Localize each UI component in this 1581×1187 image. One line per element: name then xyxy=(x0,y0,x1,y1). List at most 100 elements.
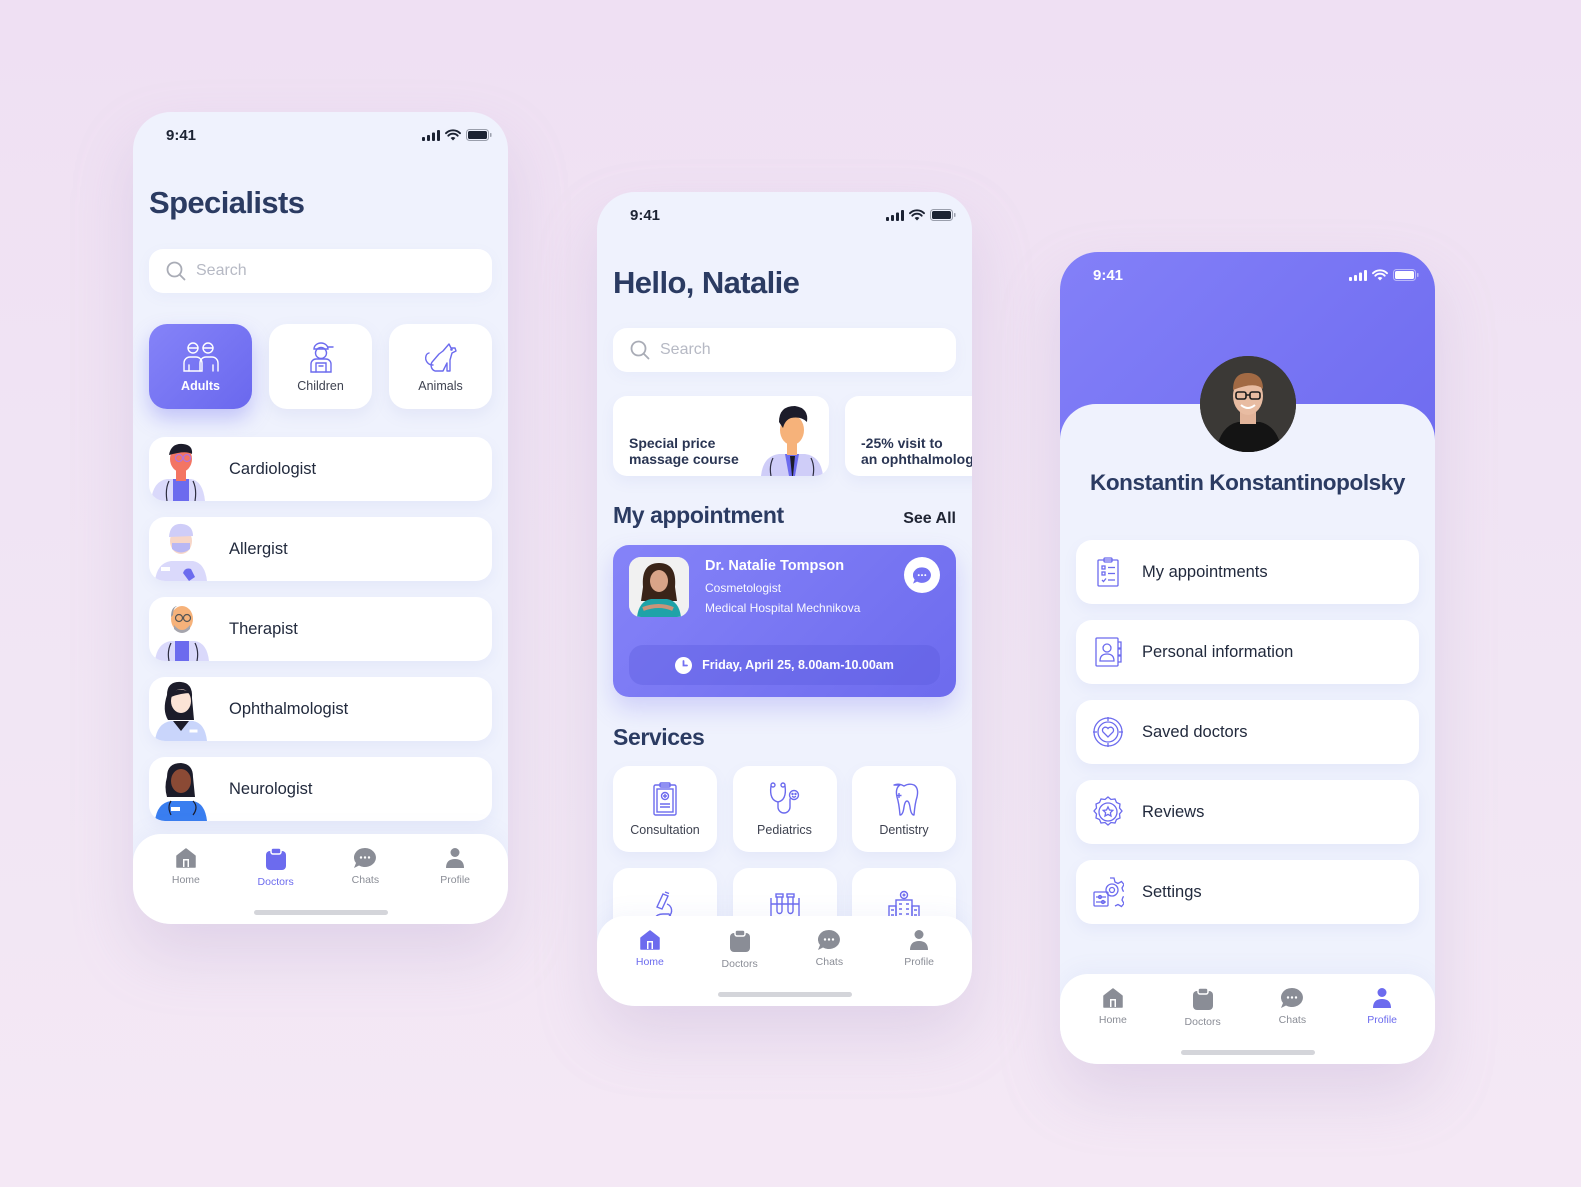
search-icon xyxy=(630,340,650,360)
service-label: Dentistry xyxy=(879,823,929,837)
category-label: Adults xyxy=(181,378,220,393)
status-time: 9:41 xyxy=(166,126,197,144)
promo-carousel[interactable]: Special price massage course -25% visit … xyxy=(613,396,972,476)
tab-label: Profile xyxy=(1367,1014,1397,1026)
search-field[interactable] xyxy=(149,249,492,293)
menu-item-label: Reviews xyxy=(1142,802,1205,821)
doctor-name: Dr. Natalie Tompson xyxy=(705,558,845,574)
person-icon xyxy=(446,848,465,868)
star-badge-icon xyxy=(1093,796,1123,826)
search-input[interactable] xyxy=(660,341,956,359)
status-time: 9:41 xyxy=(1093,266,1124,284)
menu-item-label: Saved doctors xyxy=(1142,722,1248,741)
search-field[interactable] xyxy=(613,328,956,372)
service-pediatrics[interactable]: Pediatrics xyxy=(732,766,837,852)
wifi-icon xyxy=(909,209,925,221)
category-tabs: Adults Children Animals xyxy=(149,324,492,409)
profile-avatar[interactable] xyxy=(1199,356,1296,452)
chat-bubble-icon xyxy=(1281,988,1304,1008)
appointment-time: Friday, April 25, 8.00am-10.00am xyxy=(629,645,940,685)
search-icon xyxy=(166,261,186,281)
neurologist-avatar xyxy=(155,763,207,821)
clipboard-medical-icon xyxy=(653,782,677,816)
tab-label: Chats xyxy=(351,874,380,886)
clock-icon xyxy=(675,656,693,674)
appointment-section-header: My appointment See All xyxy=(613,502,956,529)
specialist-item-cardiologist[interactable]: Cardiologist xyxy=(149,437,492,501)
tooth-icon xyxy=(893,783,919,816)
dog-icon xyxy=(424,342,457,372)
menu-item-reviews[interactable]: Reviews xyxy=(1076,780,1419,844)
tab-home[interactable]: Home xyxy=(615,930,685,1006)
search-input[interactable] xyxy=(196,262,492,280)
promo-card-ophthalmologist[interactable]: -25% visit to an ophthalmolog xyxy=(845,396,972,476)
specialist-label: Neurologist xyxy=(229,779,313,798)
profile-menu: My appointments Personal information Sav… xyxy=(1076,540,1419,940)
signal-icon xyxy=(1349,269,1367,281)
category-label: Children xyxy=(297,378,344,393)
tab-home[interactable]: Home xyxy=(1078,988,1148,1064)
wifi-icon xyxy=(445,129,461,141)
wifi-icon xyxy=(1372,269,1388,281)
tab-profile[interactable]: Profile xyxy=(420,848,490,924)
category-adults[interactable]: Adults xyxy=(149,324,252,409)
home-indicator xyxy=(253,910,388,915)
menu-item-saved-doctors[interactable]: Saved doctors xyxy=(1076,700,1419,764)
service-consultation[interactable]: Consultation xyxy=(613,766,717,852)
status-bar: 9:41 xyxy=(1060,252,1435,298)
specialist-item-neurologist[interactable]: Neurologist xyxy=(149,757,492,821)
see-all-link[interactable]: See All xyxy=(903,510,956,528)
specialist-label: Therapist xyxy=(229,619,298,638)
tab-label: Profile xyxy=(904,956,934,968)
battery-icon xyxy=(466,129,492,141)
specialist-item-therapist[interactable]: Therapist xyxy=(149,597,492,661)
person-icon xyxy=(1373,988,1392,1008)
battery-icon xyxy=(1393,269,1419,281)
tab-profile[interactable]: Profile xyxy=(884,930,954,1006)
menu-item-personal-information[interactable]: Personal information xyxy=(1076,620,1419,684)
person-icon xyxy=(910,930,929,950)
appointment-card[interactable]: Dr. Natalie Tompson Cosmetologist Medica… xyxy=(613,545,956,697)
ophthalmologist-avatar xyxy=(155,681,207,741)
tab-bar: Home Doctors Chats Profile xyxy=(597,916,972,1006)
doctor-illustration xyxy=(761,406,823,476)
signal-icon xyxy=(422,129,440,141)
specialist-item-allergist[interactable]: Allergist xyxy=(149,517,492,581)
specialist-label: Ophthalmologist xyxy=(229,699,349,718)
tab-label: Doctors xyxy=(257,876,294,888)
chat-bubble-icon xyxy=(354,848,377,868)
tab-bar: Home Doctors Chats Profile xyxy=(133,834,508,924)
specialist-item-ophthalmologist[interactable]: Ophthalmologist xyxy=(149,677,492,741)
menu-item-my-appointments[interactable]: My appointments xyxy=(1076,540,1419,604)
status-bar: 9:41 xyxy=(133,112,508,158)
status-bar: 9:41 xyxy=(597,192,972,238)
home-screen: 9:41 Hello, Natalie Special price massag… xyxy=(597,192,972,1006)
adults-icon xyxy=(182,341,219,372)
chat-bubble-icon xyxy=(818,930,841,950)
service-label: Consultation xyxy=(630,823,700,837)
tab-label: Profile xyxy=(440,874,470,886)
heart-target-icon xyxy=(1093,717,1123,747)
tab-label: Chats xyxy=(815,956,844,968)
profile-name: Konstantin Konstantinopolsky xyxy=(1089,470,1406,495)
home-icon xyxy=(640,930,660,950)
tab-label: Home xyxy=(635,956,664,968)
clipboard-icon xyxy=(265,848,286,870)
battery-icon xyxy=(930,209,956,221)
category-animals[interactable]: Animals xyxy=(389,324,492,409)
tab-home[interactable]: Home xyxy=(151,848,221,924)
tab-profile[interactable]: Profile xyxy=(1347,988,1417,1064)
menu-item-settings[interactable]: Settings xyxy=(1076,860,1419,924)
appointment-time-text: Friday, April 25, 8.00am-10.00am xyxy=(702,658,894,672)
doctor-photo xyxy=(629,557,689,617)
tab-bar: Home Doctors Chats Profile xyxy=(1060,974,1435,1064)
therapist-avatar xyxy=(155,606,209,661)
signal-icon xyxy=(886,209,904,221)
promo-card-massage[interactable]: Special price massage course xyxy=(613,396,829,476)
service-dentistry[interactable]: Dentistry xyxy=(852,766,956,852)
tab-label: Home xyxy=(1098,1014,1127,1026)
category-children[interactable]: Children xyxy=(269,324,372,409)
specialist-label: Allergist xyxy=(229,539,288,558)
chat-button[interactable] xyxy=(904,557,940,593)
checklist-icon xyxy=(1097,557,1119,587)
